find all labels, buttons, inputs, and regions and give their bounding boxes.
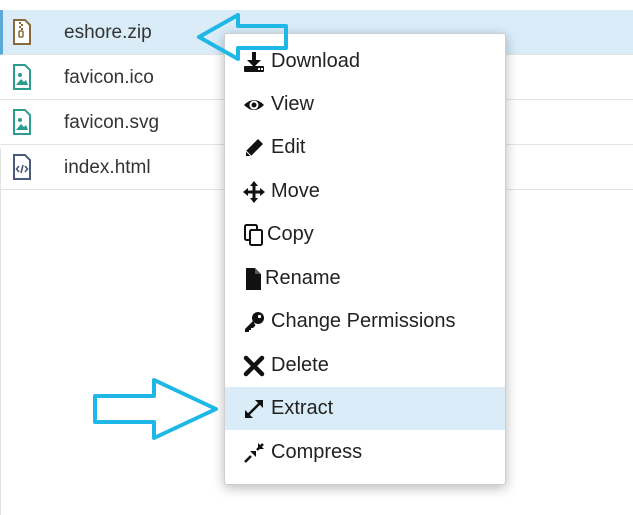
menu-item-label: Copy xyxy=(267,223,314,245)
menu-item-copy[interactable]: Copy xyxy=(225,213,505,256)
menu-item-extract[interactable]: Extract xyxy=(225,387,505,430)
file-name: eshore.zip xyxy=(64,22,152,43)
menu-item-compress[interactable]: Compress xyxy=(225,431,505,474)
compress-icon xyxy=(244,443,264,463)
menu-item-label: Edit xyxy=(271,136,306,158)
menu-item-label: Extract xyxy=(271,397,334,419)
move-arrows-icon xyxy=(243,181,265,203)
file-name: favicon.svg xyxy=(64,112,160,133)
menu-item-label: Change Permissions xyxy=(271,310,456,332)
copy-icon xyxy=(244,224,263,246)
menu-item-delete[interactable]: Delete xyxy=(225,344,505,387)
zip-file-icon xyxy=(13,19,31,45)
menu-item-change-permissions[interactable]: Change Permissions xyxy=(225,300,505,343)
image-file-icon xyxy=(13,64,31,90)
pencil-icon xyxy=(245,139,263,157)
menu-item-label: Rename xyxy=(265,267,341,289)
menu-item-label: Compress xyxy=(271,441,363,463)
menu-item-label: View xyxy=(271,93,314,115)
menu-item-move[interactable]: Move xyxy=(225,170,505,213)
image-file-icon xyxy=(13,109,31,135)
menu-item-edit[interactable]: Edit xyxy=(225,126,505,169)
annotation-arrow-right xyxy=(93,378,218,440)
file-name: favicon.ico xyxy=(64,67,154,88)
file-name: index.html xyxy=(64,157,151,178)
menu-item-label: Delete xyxy=(271,354,329,376)
eye-icon xyxy=(244,100,264,110)
key-icon xyxy=(245,312,264,332)
x-icon xyxy=(243,355,265,377)
menu-item-label: Move xyxy=(271,180,320,202)
expand-icon xyxy=(245,400,263,418)
context-menu: Download View Edit Move Copy Rename Chan… xyxy=(224,33,506,485)
file-icon xyxy=(246,268,261,290)
menu-item-view[interactable]: View xyxy=(225,83,505,126)
list-border xyxy=(0,148,1,515)
code-file-icon xyxy=(13,154,31,180)
annotation-arrow-left xyxy=(197,13,288,61)
menu-item-rename[interactable]: Rename xyxy=(225,257,505,300)
